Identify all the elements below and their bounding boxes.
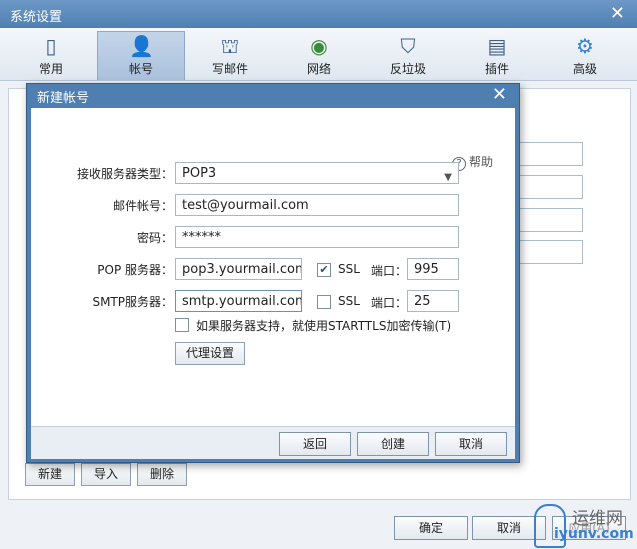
new-account-button[interactable]: 新建 [25, 463, 75, 486]
server-type-value: POP3 [182, 166, 217, 181]
back-button[interactable]: 返回 [279, 432, 351, 456]
globe-icon: ◉ [310, 34, 328, 58]
close-icon[interactable]: ✕ [610, 3, 625, 24]
proxy-settings-button[interactable]: 代理设置 [175, 342, 245, 365]
smtp-port-field[interactable]: 25 [407, 290, 459, 312]
box-icon: ▤ [487, 34, 507, 58]
server-type-select[interactable]: POP3 ▼ [175, 162, 459, 184]
import-account-button[interactable]: 导入 [81, 463, 131, 486]
user-icon: 👤 [129, 34, 154, 58]
settings-toolbar: ▯ 常用 👤 帐号 ⛫ 写邮件 ◉ 网络 ⛉ 反垃圾 ▤ 插件 ⚙ 高级 [0, 28, 637, 81]
pop-server-field[interactable]: pop3.yourmail.com [175, 258, 302, 280]
create-button[interactable]: 创建 [357, 432, 429, 456]
tab-general[interactable]: ▯ 常用 [8, 32, 94, 80]
tab-compose[interactable]: ⛫ 写邮件 [187, 32, 273, 80]
dialog-close-icon[interactable]: ✕ [492, 84, 507, 105]
new-account-dialog: 新建帐号 ✕ ? 帮助 接收服务器类型： POP3 ▼ 邮件帐号： test@yo… [26, 83, 520, 463]
dialog-body: ? 帮助 接收服务器类型： POP3 ▼ 邮件帐号： test@yourmail.… [31, 108, 515, 426]
tab-label: 插件 [484, 62, 509, 76]
watermark: 运维网 iyunv.com [532, 500, 637, 549]
background-field [511, 175, 583, 199]
smtp-port-label: 端口： [371, 296, 408, 310]
tab-network[interactable]: ◉ 网络 [276, 32, 362, 80]
email-field[interactable]: test@yourmail.com [175, 194, 459, 216]
background-field [511, 240, 583, 264]
background-field [511, 142, 583, 166]
email-label: 邮件帐号： [112, 199, 173, 213]
pop-ssl-checkbox[interactable]: ✔ [317, 263, 331, 277]
phone-icon: ▯ [45, 34, 57, 58]
starttls-label: 如果服务器支持，就使用STARTTLS加密传输(T) [196, 319, 452, 333]
tab-label: 常用 [38, 62, 63, 76]
pop-server-label: POP 服务器： [97, 263, 173, 277]
smtp-ssl-checkbox[interactable] [317, 295, 331, 309]
dialog-footer: 返回 创建 取消 [31, 426, 515, 459]
smtp-ssl-label: SSL [338, 294, 360, 308]
help-label: 帮助 [469, 155, 494, 169]
chevron-down-icon: ▼ [444, 172, 452, 183]
smtp-server-label: SMTP服务器： [92, 295, 173, 309]
smtp-server-field[interactable]: smtp.yourmail.com [175, 290, 302, 312]
window-titlebar: 系统设置 ✕ [0, 0, 637, 28]
dialog-titlebar: 新建帐号 ✕ [27, 84, 519, 108]
stamp-icon: ⛫ [220, 34, 240, 58]
pop-ssl-label: SSL [338, 262, 360, 276]
tab-label: 高级 [572, 62, 597, 76]
pop-port-label: 端口： [371, 264, 408, 278]
server-type-label: 接收服务器类型： [76, 167, 173, 181]
password-field[interactable]: ****** [175, 226, 459, 248]
background-field [511, 208, 583, 232]
tab-label: 反垃圾 [389, 62, 426, 76]
pop-port-field[interactable]: 995 [407, 258, 459, 280]
tab-plugins[interactable]: ▤ 插件 [454, 32, 540, 80]
smtp-server-value: smtp.yourmail.com [182, 294, 302, 309]
tab-label: 网络 [306, 62, 331, 76]
tab-antispam[interactable]: ⛉ 反垃圾 [365, 32, 451, 80]
window-title: 系统设置 [10, 10, 63, 25]
delete-account-button[interactable]: 删除 [137, 463, 187, 486]
shield-icon: ⛉ [400, 34, 416, 58]
gear-icon: ⚙ [576, 34, 594, 58]
starttls-checkbox[interactable] [175, 318, 189, 332]
tab-label: 帐号 [128, 62, 153, 76]
ok-button[interactable]: 确定 [394, 516, 468, 540]
password-label: 密码： [136, 231, 173, 245]
dialog-title: 新建帐号 [37, 91, 90, 106]
watermark-line2: iyunv.com [554, 526, 634, 542]
tab-label: 写邮件 [211, 62, 248, 76]
tab-advanced[interactable]: ⚙ 高级 [542, 32, 628, 80]
dialog-cancel-button[interactable]: 取消 [435, 432, 507, 456]
tab-accounts[interactable]: 👤 帐号 [97, 31, 185, 80]
